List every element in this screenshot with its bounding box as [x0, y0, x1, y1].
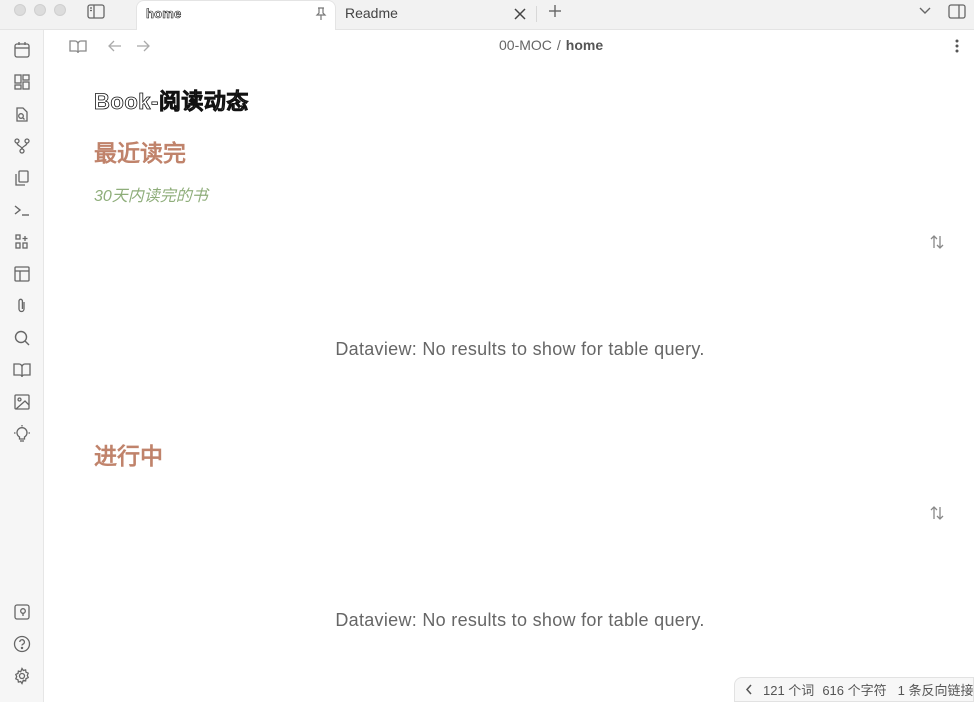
vault-icon[interactable] — [12, 602, 32, 622]
breadcrumb: 00-MOC / home — [499, 37, 603, 53]
dataview-empty-message: Dataview: No results to show for table q… — [335, 339, 705, 359]
terminal-icon[interactable] — [12, 200, 32, 220]
breadcrumb-separator: / — [556, 37, 561, 53]
tab-readme[interactable]: Readme — [338, 0, 534, 30]
tab-divider — [536, 6, 537, 22]
character-count: 616 个字符 — [822, 683, 887, 698]
pin-icon[interactable] — [313, 6, 329, 22]
dataview-empty-message: Dataview: No results to show for table q… — [335, 610, 705, 630]
forward-arrow-icon[interactable] — [133, 36, 153, 56]
zoom-window-button[interactable] — [54, 4, 66, 16]
document-title: Book-阅读动态 — [94, 89, 249, 115]
help-icon[interactable] — [12, 634, 32, 654]
section-subtitle: 30天内读完的书 — [94, 188, 208, 205]
backlink-count[interactable]: 1 条反向链接 — [898, 680, 974, 699]
tab-bar: home Readme — [0, 0, 974, 30]
lightbulb-icon[interactable] — [12, 424, 32, 444]
section-heading-in-progress: 进行中 — [94, 443, 163, 469]
reading-view-icon[interactable] — [68, 36, 88, 56]
status-bar: 121 个词 616 个字符 1 条反向链接 — [734, 677, 974, 702]
blocks-icon[interactable] — [12, 232, 32, 252]
image-icon[interactable] — [12, 392, 32, 412]
tab-list-chevron-icon[interactable] — [916, 3, 934, 19]
ribbon — [0, 30, 44, 702]
book-open-icon[interactable] — [12, 360, 32, 380]
new-tab-icon[interactable] — [546, 2, 564, 20]
tab-home[interactable]: home — [136, 0, 336, 30]
more-options-icon[interactable] — [947, 36, 967, 56]
chevron-left-icon[interactable] — [745, 684, 753, 695]
toggle-left-sidebar-icon[interactable] — [86, 2, 106, 20]
sort-icon[interactable] — [927, 232, 947, 252]
paperclip-icon[interactable] — [12, 296, 32, 316]
breadcrumb-folder[interactable]: 00-MOC — [499, 37, 552, 53]
minimize-window-button[interactable] — [34, 4, 46, 16]
layout-icon[interactable] — [12, 264, 32, 284]
calendar-icon[interactable] — [12, 40, 32, 60]
tab-home-label: home — [146, 6, 182, 22]
breadcrumb-current[interactable]: home — [566, 37, 603, 53]
copy-icon[interactable] — [12, 168, 32, 188]
git-branch-icon[interactable] — [12, 136, 32, 156]
toggle-right-sidebar-icon[interactable] — [947, 2, 967, 20]
word-count: 121 个词 — [763, 683, 815, 698]
dashboard-icon[interactable] — [12, 72, 32, 92]
file-search-icon[interactable] — [12, 104, 32, 124]
section-heading-recently-finished: 最近读完 — [94, 140, 186, 166]
close-window-button[interactable] — [14, 4, 26, 16]
search-icon[interactable] — [12, 328, 32, 348]
editor-pane: 00-MOC / home Book-阅读动态 最近读完 30天内读完的书 Data… — [44, 30, 974, 702]
close-tab-icon[interactable] — [512, 6, 528, 22]
settings-icon[interactable] — [12, 666, 32, 686]
tab-readme-label: Readme — [345, 5, 398, 21]
back-arrow-icon[interactable] — [105, 36, 125, 56]
sort-icon[interactable] — [927, 503, 947, 523]
